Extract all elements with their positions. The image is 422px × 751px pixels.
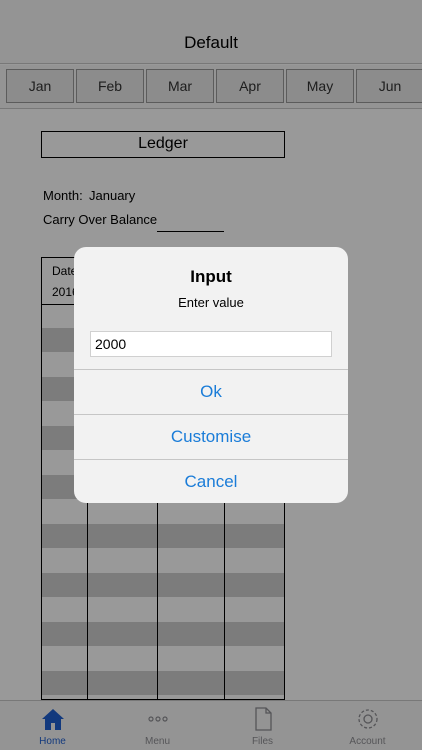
ok-button[interactable]: Ok: [74, 369, 348, 414]
cancel-button[interactable]: Cancel: [74, 459, 348, 503]
input-dialog: Input Enter value Ok Customise Cancel: [74, 247, 348, 503]
customise-button[interactable]: Customise: [74, 414, 348, 459]
dialog-message: Enter value: [178, 295, 244, 310]
dialog-title: Input: [190, 267, 232, 286]
value-input[interactable]: [90, 331, 332, 357]
